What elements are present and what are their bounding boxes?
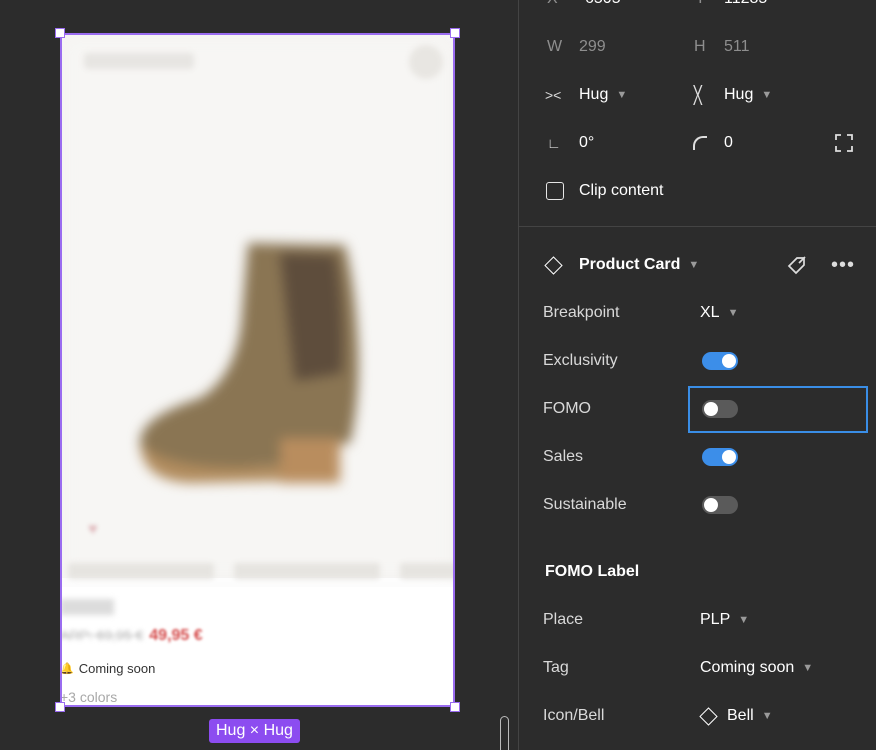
exclusivity-toggle[interactable] — [702, 352, 738, 370]
component-dropdown[interactable]: Product Card ▼ — [579, 256, 699, 274]
chevron-down-icon: ▼ — [688, 259, 700, 271]
rotation-icon: ∟ — [547, 135, 561, 151]
icon-dropdown[interactable]: Bell ▼ — [699, 706, 773, 726]
clip-content-row[interactable]: Clip content — [519, 176, 876, 206]
divider — [519, 226, 876, 227]
prop-label: Breakpoint — [543, 304, 620, 321]
resize-handle-br[interactable] — [450, 702, 460, 712]
chevron-down-icon: ▼ — [761, 710, 773, 722]
y-label: Y — [695, 0, 706, 8]
rotation-row: ∟ 0° 0 — [519, 128, 876, 158]
x-label: X — [547, 0, 558, 8]
h-label: H — [694, 38, 706, 55]
product-card-frame[interactable]: ♥ ARP: 69,95 € 49,95 € 🔔 Coming soon +3 … — [60, 33, 455, 707]
toggle-knob — [704, 498, 718, 512]
prop-label: Sales — [543, 448, 584, 465]
scrollbar[interactable] — [500, 716, 509, 750]
tag-chip — [234, 563, 380, 579]
position-row: X 6505 Y 11285 — [519, 0, 876, 14]
canvas[interactable]: ♥ ARP: 69,95 € 49,95 € 🔔 Coming soon +3 … — [0, 0, 518, 750]
horizontal-resize-icon: >< — [545, 87, 562, 103]
go-to-main-component-icon[interactable] — [786, 254, 808, 276]
chevron-down-icon: ▼ — [738, 614, 750, 626]
component-header: Product Card ▼ ••• — [519, 250, 876, 280]
tag-value: Coming soon — [700, 659, 795, 676]
horizontal-resizing-value: Hug — [579, 86, 609, 103]
breakpoint-value: XL — [700, 304, 720, 321]
chevron-down-icon: ▼ — [761, 89, 773, 101]
vertical-resize-icon: ᐯᐱ — [693, 82, 703, 108]
size-row: W 299 H 511 — [519, 32, 876, 62]
properties-panel: X 6505 Y 11285 W 299 H 511 >< Hug ▼ ᐯᐱ H… — [518, 0, 876, 750]
x-value[interactable]: 6505 — [585, 0, 621, 8]
place-value: PLP — [700, 611, 731, 628]
resize-handle-tl[interactable] — [55, 28, 65, 38]
tag-dropdown[interactable]: Coming soon ▼ — [700, 659, 813, 677]
wishlist-icon — [409, 45, 443, 79]
instance-icon — [699, 706, 718, 726]
horizontal-resizing-dropdown[interactable]: Hug ▼ — [579, 86, 627, 104]
prop-icon-bell: Icon/Bell Bell ▼ — [519, 701, 876, 731]
chevron-down-icon: ▼ — [616, 89, 628, 101]
icon-value: Bell — [727, 707, 754, 724]
prop-fomo: FOMO — [519, 394, 876, 424]
price-old: ARP: 69,95 € — [60, 627, 144, 643]
independent-corners-icon[interactable] — [835, 134, 853, 152]
vertical-resizing-dropdown[interactable]: Hug ▼ — [724, 86, 772, 104]
colors-count: +3 colors — [60, 689, 118, 705]
prop-label: Icon/Bell — [543, 707, 605, 724]
w-value[interactable]: 299 — [579, 38, 606, 56]
prop-exclusivity: Exclusivity — [519, 346, 876, 376]
prop-sales: Sales — [519, 442, 876, 472]
prop-breakpoint: Breakpoint XL ▼ — [519, 298, 876, 328]
component-icon — [544, 255, 563, 275]
prop-place: Place PLP ▼ — [519, 605, 876, 635]
rotation-value[interactable]: 0° — [579, 134, 594, 152]
section-heading: FOMO Label — [545, 563, 640, 580]
size-badge: Hug × Hug — [209, 719, 300, 743]
w-label: W — [547, 38, 563, 55]
product-name — [60, 599, 114, 615]
prop-tag: Tag Coming soon ▼ — [519, 653, 876, 683]
prop-label: Place — [543, 611, 584, 628]
fomo-label-text: Coming soon — [78, 661, 156, 676]
more-options-icon[interactable]: ••• — [831, 254, 855, 277]
prop-label: Tag — [543, 659, 569, 676]
brand-logo — [84, 53, 194, 69]
sales-toggle[interactable] — [702, 448, 738, 466]
boot-image — [140, 243, 359, 483]
vertical-resizing-value: Hug — [724, 86, 754, 103]
fomo-label: 🔔 Coming soon — [60, 661, 155, 676]
chevron-down-icon: ▼ — [727, 307, 739, 319]
y-value[interactable]: 11285 — [724, 0, 767, 8]
resize-handle-bl[interactable] — [55, 702, 65, 712]
toggle-knob — [704, 402, 718, 416]
toggle-knob — [722, 450, 736, 464]
h-value[interactable]: 511 — [724, 38, 750, 56]
fomo-label-heading-row: FOMO Label — [519, 557, 876, 587]
clip-content-label: Clip content — [579, 182, 664, 199]
bell-icon: 🔔 — [60, 663, 74, 675]
price-row: ARP: 69,95 € 49,95 € — [60, 627, 203, 645]
price-new: 49,95 € — [149, 627, 203, 644]
prop-label: Exclusivity — [543, 352, 618, 369]
breakpoint-dropdown[interactable]: XL ▼ — [700, 304, 738, 322]
radius-value[interactable]: 0 — [724, 134, 733, 152]
component-name: Product Card — [579, 256, 681, 273]
tag-chip — [400, 563, 455, 579]
chevron-down-icon: ▼ — [802, 662, 814, 674]
prop-label: FOMO — [543, 400, 591, 417]
place-dropdown[interactable]: PLP ▼ — [700, 611, 749, 629]
resize-handle-tr[interactable] — [450, 28, 460, 38]
resizing-row: >< Hug ▼ ᐯᐱ Hug ▼ — [519, 80, 876, 110]
fomo-toggle[interactable] — [702, 400, 738, 418]
prop-sustainable: Sustainable — [519, 490, 876, 520]
heart-icon: ♥ — [88, 521, 98, 538]
tag-chip — [68, 563, 214, 579]
sustainable-toggle[interactable] — [702, 496, 738, 514]
clip-content-checkbox[interactable] — [546, 182, 564, 200]
toggle-knob — [722, 354, 736, 368]
prop-label: Sustainable — [543, 496, 627, 513]
corner-radius-icon — [693, 136, 707, 150]
